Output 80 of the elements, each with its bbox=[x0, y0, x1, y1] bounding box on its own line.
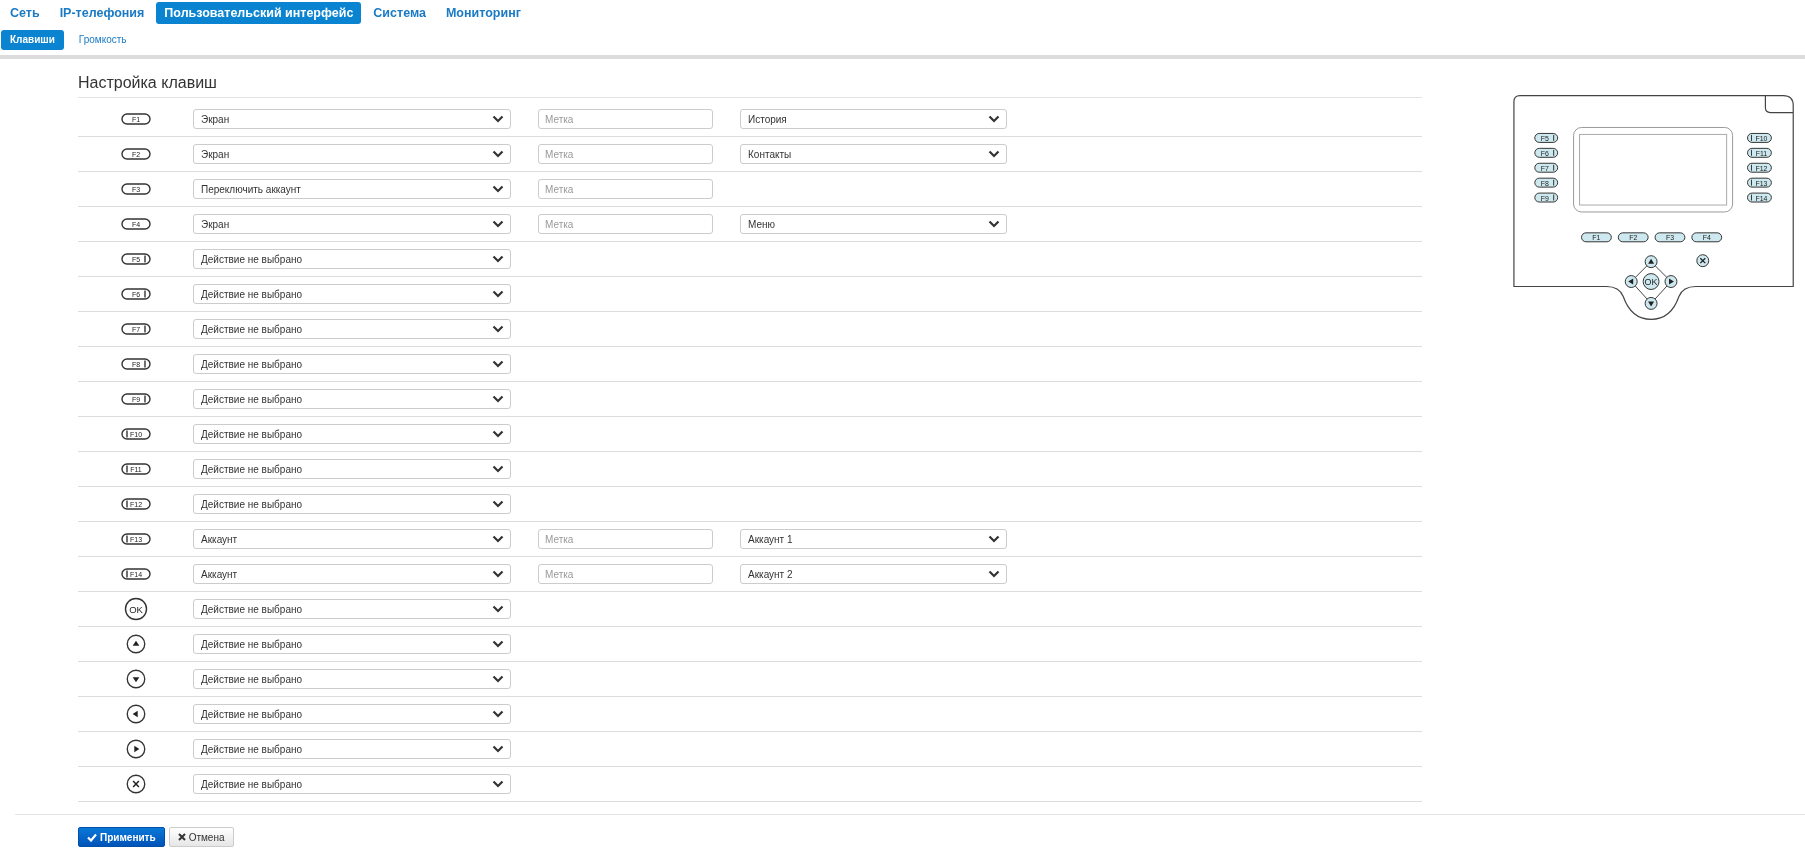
phone-arrow-key bbox=[1664, 275, 1678, 288]
chevron-down-icon bbox=[492, 325, 504, 333]
close-key-icon bbox=[125, 774, 146, 794]
down-arrow-key-icon bbox=[125, 669, 146, 689]
action-select[interactable]: Действие не выбрано bbox=[193, 319, 511, 339]
phone-ok-key: OK bbox=[1642, 273, 1660, 290]
target-select[interactable]: Аккаунт 2 bbox=[740, 564, 1007, 584]
target-select[interactable]: Меню bbox=[740, 214, 1007, 234]
action-select[interactable]: Действие не выбрано bbox=[193, 459, 511, 479]
chevron-down-icon bbox=[988, 535, 1000, 543]
chevron-down-icon bbox=[492, 780, 504, 788]
action-select[interactable]: Действие не выбрано bbox=[193, 669, 511, 689]
action-select[interactable]: Действие не выбрано bbox=[193, 704, 511, 724]
nav-tab[interactable]: Мониторинг bbox=[437, 2, 529, 24]
phone-arrow-key bbox=[1644, 296, 1658, 310]
chevron-down-icon bbox=[492, 255, 504, 263]
close-icon bbox=[177, 833, 186, 841]
nav-tab[interactable]: Сеть bbox=[2, 2, 48, 24]
action-select[interactable]: Действие не выбрано bbox=[193, 424, 511, 444]
target-select[interactable]: Контакты bbox=[740, 144, 1007, 164]
target-select[interactable]: Аккаунт 1 bbox=[740, 529, 1007, 549]
chevron-down-icon bbox=[492, 185, 504, 193]
chevron-down-icon bbox=[492, 745, 504, 753]
chevron-down-icon bbox=[492, 535, 504, 543]
action-select[interactable]: Действие не выбрано bbox=[193, 739, 511, 759]
label-field[interactable]: Метка bbox=[538, 179, 713, 199]
nav-tab[interactable]: Пользовательский интерфейс bbox=[156, 2, 362, 24]
chevron-down-icon bbox=[492, 710, 504, 718]
label-field[interactable]: Метка bbox=[538, 214, 713, 234]
action-select[interactable]: Действие не выбрано bbox=[193, 249, 511, 269]
nav-tab[interactable]: IP-телефония bbox=[51, 2, 153, 24]
nav-tab[interactable]: Система bbox=[365, 2, 434, 24]
action-select[interactable]: Экран bbox=[193, 109, 511, 129]
chevron-down-icon bbox=[492, 395, 504, 403]
apply-button[interactable]: Применить bbox=[78, 827, 165, 847]
label-field[interactable]: Метка bbox=[538, 564, 713, 584]
chevron-down-icon bbox=[492, 220, 504, 228]
chevron-down-icon bbox=[988, 570, 1000, 578]
chevron-down-icon bbox=[492, 605, 504, 613]
chevron-down-icon bbox=[988, 150, 1000, 158]
phone-arrow-key bbox=[1624, 275, 1638, 288]
chevron-down-icon bbox=[492, 500, 504, 508]
left-arrow-key-icon bbox=[125, 704, 146, 724]
phone-arrow-key bbox=[1644, 255, 1658, 269]
chevron-down-icon bbox=[492, 430, 504, 438]
label-field[interactable]: Метка bbox=[538, 109, 713, 129]
chevron-down-icon bbox=[492, 290, 504, 298]
sub-tab[interactable]: Клавиши bbox=[1, 30, 64, 50]
label-field[interactable]: Метка bbox=[538, 529, 713, 549]
chevron-down-icon bbox=[988, 115, 1000, 123]
action-select[interactable]: Экран bbox=[193, 214, 511, 234]
chevron-down-icon bbox=[492, 115, 504, 123]
up-arrow-key-icon bbox=[125, 634, 146, 654]
chevron-down-icon bbox=[492, 570, 504, 578]
label-field[interactable]: Метка bbox=[538, 144, 713, 164]
action-select[interactable]: Аккаунт bbox=[193, 529, 511, 549]
action-select[interactable]: Экран bbox=[193, 144, 511, 164]
ok-key-icon: OK bbox=[123, 597, 148, 621]
chevron-down-icon bbox=[492, 360, 504, 368]
chevron-down-icon bbox=[492, 150, 504, 158]
chevron-down-icon bbox=[988, 220, 1000, 228]
action-select[interactable]: Действие не выбрано bbox=[193, 774, 511, 794]
action-select[interactable]: Переключить аккаунт bbox=[193, 179, 511, 199]
action-select[interactable]: Действие не выбрано bbox=[193, 634, 511, 654]
right-arrow-key-icon bbox=[125, 739, 146, 759]
action-select[interactable]: Действие не выбрано bbox=[193, 494, 511, 514]
target-select[interactable]: История bbox=[740, 109, 1007, 129]
action-select[interactable]: Действие не выбрано bbox=[193, 599, 511, 619]
action-select[interactable]: Действие не выбрано bbox=[193, 284, 511, 304]
chevron-down-icon bbox=[492, 675, 504, 683]
sub-tab[interactable]: Громкость bbox=[69, 30, 136, 50]
chevron-down-icon bbox=[492, 465, 504, 473]
chevron-down-icon bbox=[492, 640, 504, 648]
cancel-button[interactable]: Отмена bbox=[168, 827, 234, 847]
action-select[interactable]: Действие не выбрано bbox=[193, 389, 511, 409]
check-icon bbox=[87, 832, 97, 842]
section-title: Настройка клавиш bbox=[78, 59, 1422, 98]
action-select[interactable]: Действие не выбрано bbox=[193, 354, 511, 374]
action-select[interactable]: Аккаунт bbox=[193, 564, 511, 584]
phone-close-key bbox=[1696, 254, 1710, 268]
